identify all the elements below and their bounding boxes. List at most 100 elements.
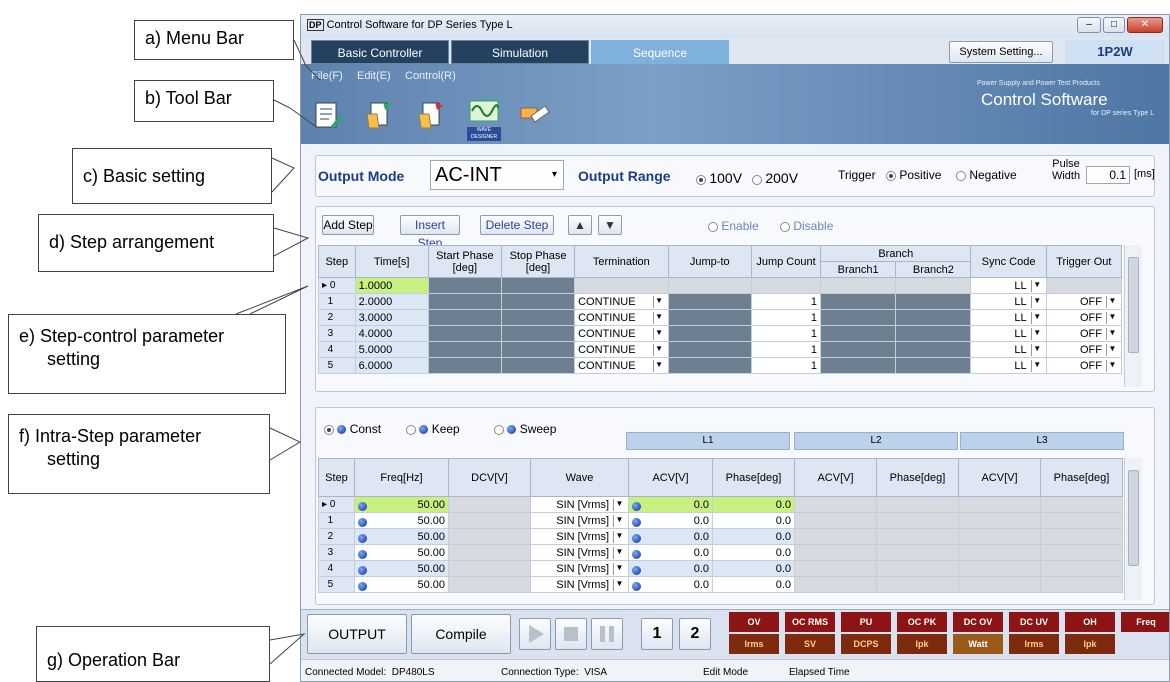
trigger-out-select[interactable]: OFF ▼ — [1045, 309, 1123, 326]
jump-to-cell[interactable] — [667, 325, 752, 342]
branch2-cell[interactable] — [895, 309, 972, 326]
intra-step-row[interactable]: 3 50.00 SIN [Vrms] ▼ 0.0 0.0 — [318, 544, 1123, 561]
jump-count-cell[interactable]: 1 — [750, 293, 822, 310]
row-header[interactable]: 5 — [318, 357, 356, 374]
branch1-cell[interactable] — [820, 277, 897, 294]
range-100-radio[interactable]: 100V — [696, 170, 742, 186]
l1-acv-cell[interactable]: 0.0 — [628, 496, 713, 513]
trigger-out-select[interactable]: OFF ▼ — [1045, 293, 1123, 310]
open-file-icon[interactable] — [363, 98, 397, 132]
jump-count-cell[interactable] — [750, 277, 822, 294]
wave-select[interactable]: SIN [Vrms] ▼ — [530, 560, 629, 577]
intra-step-row[interactable]: 5 50.00 SIN [Vrms] ▼ 0.0 0.0 — [318, 576, 1123, 593]
termination-select[interactable]: CONTINUE ▼ — [574, 357, 669, 374]
mode-const-radio[interactable]: Const — [324, 422, 381, 436]
wave-select[interactable]: SIN [Vrms] ▼ — [530, 576, 629, 593]
intra-step-row[interactable]: ▸ 0 50.00 SIN [Vrms] ▼ 0.0 0.0 — [318, 496, 1123, 513]
termination-select[interactable]: CONTINUE ▼ — [574, 309, 669, 326]
sync-code-select[interactable]: LL ▼ — [970, 277, 1047, 294]
menu-edit[interactable]: Edit(E) — [357, 70, 391, 82]
pause-button[interactable] — [591, 618, 623, 650]
jump-count-cell[interactable]: 1 — [750, 341, 822, 358]
step-row[interactable]: 4 5.0000 CONTINUE ▼ 1 LL ▼ OFF ▼ — [318, 341, 1123, 358]
l1-phase-cell[interactable]: 0.0 — [712, 544, 795, 561]
termination-select[interactable]: CONTINUE ▼ — [574, 325, 669, 342]
wave-designer-icon[interactable]: WAVE DESIGNER — [467, 98, 501, 141]
row-header[interactable]: 1 — [318, 293, 356, 310]
row-header[interactable]: 2 — [318, 309, 356, 326]
branch1-cell[interactable] — [820, 341, 897, 358]
freq-cell[interactable]: 50.00 — [354, 512, 449, 529]
jump-to-cell[interactable] — [667, 293, 752, 310]
step-row[interactable]: 1 2.0000 CONTINUE ▼ 1 LL ▼ OFF ▼ — [318, 293, 1123, 310]
compile-button[interactable]: Compile — [411, 614, 511, 654]
scroll-thumb[interactable] — [1128, 257, 1139, 353]
branch1-cell[interactable] — [820, 309, 897, 326]
jump-count-cell[interactable]: 1 — [750, 357, 822, 374]
freq-cell[interactable]: 50.00 — [354, 496, 449, 513]
menu-file[interactable]: File(F) — [311, 70, 343, 82]
branch2-cell[interactable] — [895, 341, 972, 358]
row-header[interactable]: ▸ 0 — [318, 277, 356, 294]
delete-step-button[interactable]: Delete Step — [480, 215, 554, 235]
wave-select[interactable]: SIN [Vrms] ▼ — [530, 528, 629, 545]
freq-cell[interactable]: 50.00 — [354, 528, 449, 545]
mode-sweep-radio[interactable]: Sweep — [494, 422, 556, 436]
play-button[interactable] — [519, 618, 551, 650]
intra-step-row[interactable]: 2 50.00 SIN [Vrms] ▼ 0.0 0.0 — [318, 528, 1123, 545]
freq-cell[interactable]: 50.00 — [354, 560, 449, 577]
close-button[interactable]: ✕ — [1127, 17, 1163, 33]
start-phase-cell[interactable] — [427, 357, 502, 374]
freq-cell[interactable]: 50.00 — [354, 576, 449, 593]
edit-sheet-icon[interactable] — [311, 98, 345, 132]
step-table-scrollbar[interactable] — [1124, 245, 1142, 387]
wave-select[interactable]: SIN [Vrms] ▼ — [530, 544, 629, 561]
mode-keep-radio[interactable]: Keep — [406, 422, 460, 436]
save-file-icon[interactable] — [415, 98, 449, 132]
stop-button[interactable] — [555, 618, 587, 650]
termination-select[interactable]: CONTINUE ▼ — [574, 293, 669, 310]
l1-acv-cell[interactable]: 0.0 — [628, 576, 713, 593]
stop-phase-cell[interactable] — [500, 277, 576, 294]
memory-1-button[interactable]: 1 — [641, 618, 673, 650]
scroll-thumb[interactable] — [1128, 470, 1139, 566]
time-cell[interactable]: 3.0000 — [354, 309, 429, 326]
tab-basic-controller[interactable]: Basic Controller — [311, 40, 449, 64]
row-header[interactable]: ▸ 0 — [318, 496, 355, 513]
tab-simulation[interactable]: Simulation — [451, 40, 589, 64]
minimize-button[interactable]: – — [1077, 17, 1101, 33]
step-row[interactable]: 5 6.0000 CONTINUE ▼ 1 LL ▼ OFF ▼ — [318, 357, 1123, 374]
l1-acv-cell[interactable]: 0.0 — [628, 512, 713, 529]
branch1-cell[interactable] — [820, 293, 897, 310]
start-phase-cell[interactable] — [427, 341, 502, 358]
insert-step-button[interactable]: Insert Step — [400, 215, 460, 250]
row-header[interactable]: 4 — [318, 341, 356, 358]
memory-2-button[interactable]: 2 — [679, 618, 711, 650]
l1-phase-cell[interactable]: 0.0 — [712, 496, 795, 513]
time-cell[interactable]: 1.0000 — [354, 277, 429, 294]
add-step-button[interactable]: Add Step — [322, 215, 374, 235]
disable-radio[interactable]: Disable — [780, 219, 833, 233]
move-down-button[interactable]: ▼ — [598, 215, 622, 235]
stop-phase-cell[interactable] — [500, 341, 576, 358]
enable-radio[interactable]: Enable — [708, 219, 759, 233]
row-header[interactable]: 3 — [318, 544, 355, 561]
wave-select[interactable]: SIN [Vrms] ▼ — [530, 496, 629, 513]
eraser-icon[interactable] — [517, 98, 551, 132]
move-up-button[interactable]: ▲ — [568, 215, 592, 235]
step-row[interactable]: 2 3.0000 CONTINUE ▼ 1 LL ▼ OFF ▼ — [318, 309, 1123, 326]
row-header[interactable]: 5 — [318, 576, 355, 593]
range-200-radio[interactable]: 200V — [752, 170, 798, 186]
stop-phase-cell[interactable] — [500, 293, 576, 310]
l1-acv-cell[interactable]: 0.0 — [628, 560, 713, 577]
termination-select[interactable]: CONTINUE ▼ — [574, 341, 669, 358]
jump-count-cell[interactable]: 1 — [750, 325, 822, 342]
jump-to-cell[interactable] — [667, 357, 752, 374]
output-button[interactable]: OUTPUT — [307, 614, 407, 654]
tab-sequence[interactable]: Sequence — [591, 40, 729, 64]
branch1-cell[interactable] — [820, 325, 897, 342]
trigger-negative-radio[interactable]: Negative — [956, 168, 1017, 182]
l1-phase-cell[interactable]: 0.0 — [712, 560, 795, 577]
trigger-out-select[interactable]: OFF ▼ — [1045, 325, 1123, 342]
row-header[interactable]: 4 — [318, 560, 355, 577]
